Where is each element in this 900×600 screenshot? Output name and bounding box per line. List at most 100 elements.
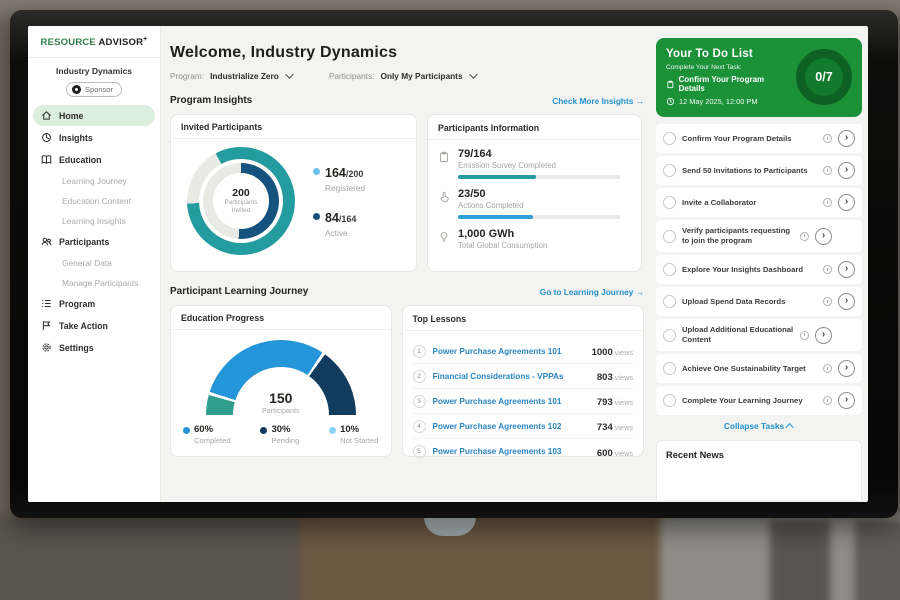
education-progress-card: Education Progress 150 Participants 60% … — [170, 305, 392, 457]
sidebar-item-program[interactable]: Program — [33, 293, 155, 314]
next-task[interactable]: Confirm Your Program Details — [666, 75, 788, 93]
todo-subtitle: Complete Your Next Task: — [666, 64, 788, 71]
flag-icon — [41, 320, 52, 331]
divider — [428, 139, 641, 140]
desk-surface — [300, 515, 670, 600]
checkbox[interactable] — [663, 362, 676, 375]
clipboard-icon — [438, 151, 450, 163]
lesson-row[interactable]: 2 Financial Considerations - VPPAs 803vi… — [413, 364, 633, 389]
todo-title: Your To Do List — [666, 48, 788, 60]
check-more-insights-link[interactable]: Check More Insights → — [552, 96, 644, 106]
checkbox[interactable] — [663, 263, 676, 276]
task-info-icon — [823, 265, 832, 274]
checkbox[interactable] — [663, 230, 676, 243]
chevron-right-button[interactable]: › — [815, 228, 832, 245]
registered-legend: 164/200 Registered — [313, 164, 365, 193]
card-title: Participants Information — [438, 123, 631, 133]
checkbox[interactable] — [663, 295, 676, 308]
todo-item[interactable]: Upload Additional Educational Content › — [656, 319, 862, 351]
invited-participants-card: Invited Participants 200 Participants In… — [170, 114, 417, 272]
lesson-row[interactable]: 4 Power Purchase Agreements 102 734views — [413, 414, 633, 439]
lesson-link[interactable]: Power Purchase Agreements 101 — [433, 347, 585, 356]
todo-item[interactable]: Achieve One Sustainability Target › — [656, 354, 862, 383]
checkbox[interactable] — [663, 132, 676, 145]
lesson-link[interactable]: Power Purchase Agreements 102 — [433, 422, 590, 431]
lesson-row[interactable]: 3 Power Purchase Agreements 101 793views — [413, 389, 633, 414]
chevron-right-button[interactable]: › — [838, 130, 855, 147]
checkbox[interactable] — [663, 196, 676, 209]
organization-name: Industry Dynamics — [28, 66, 160, 76]
lesson-row[interactable]: 1 Power Purchase Agreements 101 1000view… — [413, 339, 633, 364]
emission-progress-bar — [458, 175, 620, 179]
card-title: Top Lessons — [413, 314, 633, 324]
chevron-up-icon — [786, 423, 794, 431]
sidebar-item-settings[interactable]: Settings — [33, 337, 155, 358]
lesson-link[interactable]: Power Purchase Agreements 103 — [433, 447, 590, 456]
todo-item[interactable]: Confirm Your Program Details › — [656, 124, 862, 153]
todo-panel: Your To Do List Complete Your Next Task:… — [653, 26, 868, 502]
rank-badge: 3 — [413, 395, 426, 408]
sidebar-item-learning-insights[interactable]: Learning Insights — [33, 211, 155, 230]
checkbox[interactable] — [663, 394, 676, 407]
recent-news-card: Recent News — [656, 440, 862, 500]
task-info-icon — [823, 297, 832, 306]
participants-filter-value[interactable]: Only My Participants — [380, 71, 462, 81]
task-info-icon — [823, 166, 832, 175]
program-filter-label: Program: — [170, 71, 204, 81]
collapse-tasks-link[interactable]: Collapse Tasks — [656, 421, 862, 431]
emission-survey-stat: 79/164 Emission Survey Completed — [438, 148, 631, 179]
todo-item[interactable]: Complete Your Learning Journey › — [656, 386, 862, 415]
arrow-right-icon: → — [636, 287, 644, 297]
chevron-right-button[interactable]: › — [838, 293, 855, 310]
todo-progress-ring: 0/7 — [796, 49, 852, 105]
people-icon — [41, 236, 52, 247]
sponsor-badge[interactable]: Sponsor — [66, 82, 122, 97]
sidebar-item-general-data[interactable]: General Data — [33, 253, 155, 272]
sidebar-item-take-action[interactable]: Take Action — [33, 315, 155, 336]
chevron-down-icon[interactable] — [469, 70, 477, 78]
filter-bar: Program: Industrialize Zero Participants… — [170, 71, 644, 81]
program-filter-value[interactable]: Industrialize Zero — [210, 71, 279, 81]
todo-item[interactable]: Verify participants requesting to join t… — [656, 220, 862, 252]
todo-item[interactable]: Send 50 Invitations to Participants › — [656, 156, 862, 185]
sidebar-item-participants[interactable]: Participants — [33, 231, 155, 252]
todo-list: Confirm Your Program Details › Send 50 I… — [656, 124, 862, 415]
lesson-row[interactable]: 5 Power Purchase Agreements 103 600views — [413, 439, 633, 464]
sidebar-item-manage-participants[interactable]: Manage Participants — [33, 273, 155, 292]
sidebar-item-education-content[interactable]: Education Content — [33, 191, 155, 210]
lesson-link[interactable]: Financial Considerations - VPPAs — [433, 372, 590, 381]
background-shadow — [855, 520, 900, 600]
sidebar-item-home[interactable]: Home — [33, 105, 155, 126]
rank-badge: 5 — [413, 445, 426, 458]
lightbulb-icon — [438, 231, 450, 243]
actions-progress-bar — [458, 215, 620, 219]
main-content: Welcome, Industry Dynamics Program: Indu… — [161, 26, 653, 502]
todo-header-card: Your To Do List Complete Your Next Task:… — [656, 38, 862, 117]
chevron-right-button[interactable]: › — [838, 162, 855, 179]
go-to-learning-journey-link[interactable]: Go to Learning Journey → — [540, 287, 644, 297]
sidebar-item-learning-journey[interactable]: Learning Journey — [33, 171, 155, 190]
lesson-link[interactable]: Power Purchase Agreements 101 — [433, 397, 590, 406]
clock-icon — [666, 97, 675, 106]
todo-item[interactable]: Explore Your Insights Dashboard › — [656, 255, 862, 284]
gauge-value: 150 — [206, 390, 356, 406]
chevron-down-icon[interactable] — [285, 70, 293, 78]
task-info-icon — [823, 134, 832, 143]
chevron-right-button[interactable]: › — [815, 327, 832, 344]
task-info-icon — [800, 232, 809, 241]
chevron-right-button[interactable]: › — [838, 194, 855, 211]
actions-completed-stat: 23/50 Actions Completed — [438, 188, 631, 219]
todo-item[interactable]: Upload Spend Data Records › — [656, 287, 862, 316]
participants-information-card: Participants Information 79/164 Emission… — [427, 114, 642, 272]
recent-news-heading: Recent News — [666, 450, 852, 460]
sidebar: RESOURCE ADVISOR+ Industry Dynamics Spon… — [28, 26, 161, 502]
chevron-right-button[interactable]: › — [838, 392, 855, 409]
invited-total: 200 — [232, 187, 250, 199]
chevron-right-button[interactable]: › — [838, 261, 855, 278]
checkbox[interactable] — [663, 164, 676, 177]
sidebar-item-insights[interactable]: Insights — [33, 127, 155, 148]
sidebar-item-education[interactable]: Education — [33, 149, 155, 170]
todo-item[interactable]: Invite a Collaborator › — [656, 188, 862, 217]
checkbox[interactable] — [663, 329, 676, 342]
chevron-right-button[interactable]: › — [838, 360, 855, 377]
